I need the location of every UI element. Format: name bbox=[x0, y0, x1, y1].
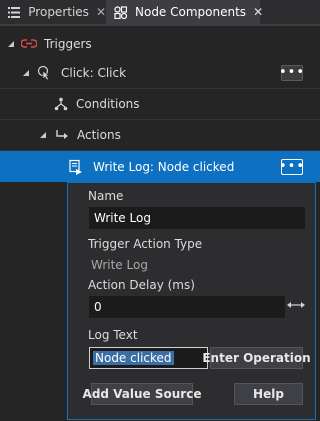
tree-label-actions: Actions bbox=[77, 128, 121, 142]
tab-node-components-label: Node Components bbox=[135, 5, 247, 19]
tree-label-conditions: Conditions bbox=[76, 97, 140, 111]
action-properties-panel: Name Write Log Trigger Action Type Write… bbox=[67, 182, 316, 420]
collapse-arrow-icon[interactable] bbox=[6, 39, 16, 49]
tree-label-click-trigger: Click: Click bbox=[61, 66, 127, 80]
more-options-button[interactable]: ••• bbox=[279, 158, 304, 175]
write-log-icon bbox=[67, 159, 83, 175]
trigger-action-type-value: Write Log bbox=[91, 258, 148, 272]
name-field[interactable]: Write Log bbox=[89, 207, 305, 229]
more-options-button[interactable]: ••• bbox=[279, 65, 304, 81]
collapse-arrow-icon[interactable] bbox=[38, 130, 48, 140]
log-text-value: Node clicked bbox=[93, 351, 174, 365]
collapse-arrow-icon[interactable] bbox=[21, 68, 31, 78]
action-delay-value: 0 bbox=[94, 300, 102, 314]
tree-row-conditions[interactable]: Conditions bbox=[0, 89, 320, 120]
close-icon[interactable]: ✕ bbox=[96, 5, 106, 19]
tree-row-actions[interactable]: Actions bbox=[0, 120, 320, 151]
action-delay-field[interactable]: 0 bbox=[89, 296, 285, 318]
conditions-icon bbox=[53, 96, 69, 112]
tree-row-triggers[interactable]: Triggers bbox=[0, 28, 320, 59]
list-icon bbox=[8, 6, 20, 18]
close-icon[interactable]: ✕ bbox=[253, 5, 263, 19]
log-text-field[interactable]: Node clicked bbox=[89, 347, 208, 369]
add-value-source-button[interactable]: Add Value Source bbox=[83, 383, 201, 405]
enter-operation-button[interactable]: Enter Operation bbox=[202, 347, 311, 369]
tree-label-triggers: Triggers bbox=[44, 36, 92, 51]
drag-adjust-icon[interactable] bbox=[287, 299, 305, 309]
tree-row-write-log[interactable]: Write Log: Node clicked ••• bbox=[0, 151, 320, 182]
tree-label-write-log: Write Log: Node clicked bbox=[93, 159, 235, 174]
tab-bar: Properties ✕ Node Components ✕ bbox=[0, 0, 320, 24]
action-delay-label: Action Delay (ms) bbox=[88, 278, 195, 292]
tab-properties[interactable]: Properties ✕ bbox=[0, 0, 106, 24]
tab-underline bbox=[0, 24, 320, 26]
tab-node-components[interactable]: Node Components ✕ bbox=[106, 0, 263, 24]
tree-row-click-trigger[interactable]: Click: Click ••• bbox=[0, 58, 320, 89]
name-field-value: Write Log bbox=[94, 211, 151, 225]
component-icon bbox=[114, 5, 127, 19]
tab-properties-label: Properties bbox=[28, 5, 89, 19]
trigger-action-type-label: Trigger Action Type bbox=[88, 237, 203, 251]
log-text-label: Log Text bbox=[88, 328, 138, 342]
help-button[interactable]: Help bbox=[234, 383, 303, 405]
actions-icon bbox=[54, 127, 70, 143]
click-icon bbox=[37, 65, 53, 81]
name-label: Name bbox=[88, 189, 124, 203]
trigger-icon bbox=[21, 36, 37, 52]
